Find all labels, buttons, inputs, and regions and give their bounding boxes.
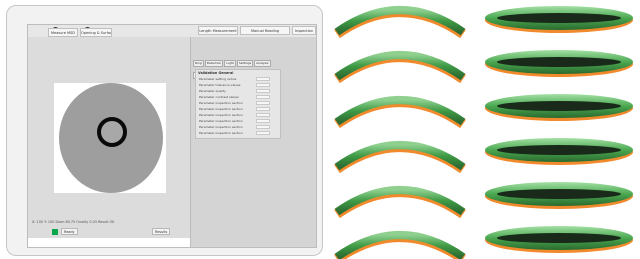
value-field[interactable] bbox=[256, 101, 270, 105]
list-item-label: Parameter inspection section bbox=[199, 113, 243, 117]
list-item-label: Parameter inspection section bbox=[199, 125, 243, 129]
list-item-label: Parameter inspection section bbox=[199, 107, 243, 111]
arc-photo-2 bbox=[334, 51, 466, 84]
value-field[interactable] bbox=[256, 119, 270, 123]
tab-settings[interactable]: Settings bbox=[236, 60, 254, 67]
log-area bbox=[28, 238, 190, 247]
screenshot-frame: Measure MSD Opening & Surface Length Mea… bbox=[6, 5, 323, 256]
tab-analysis[interactable]: Analysis bbox=[254, 60, 271, 67]
list-item[interactable]: Parameter inspection section bbox=[196, 130, 280, 136]
settings-tabs: Ring Detection Light Settings Analysis bbox=[193, 49, 272, 67]
list-item-label: Parameter contrast values bbox=[199, 95, 239, 99]
list-item-label: Parameter inspection section bbox=[199, 101, 243, 105]
results-button[interactable]: Results bbox=[152, 228, 171, 235]
seal-disc bbox=[59, 83, 163, 193]
opening-surface-button[interactable]: Opening & Surface bbox=[80, 28, 112, 37]
manual-reading-button[interactable]: Manual Reading bbox=[240, 26, 290, 35]
arc-photo-column bbox=[333, 0, 468, 259]
ring-photo-column bbox=[478, 0, 640, 259]
list-item-label: Parameter inspection section bbox=[199, 119, 243, 123]
image-panel: X: 100 Y: 100 Diam 89.75 Ovality 0.03 Re… bbox=[28, 37, 190, 247]
value-field[interactable] bbox=[256, 125, 270, 129]
application-window: Measure MSD Opening & Surface Length Mea… bbox=[27, 24, 317, 248]
measure-button[interactable]: Measure MSD bbox=[48, 28, 78, 37]
arc-photo-4 bbox=[334, 141, 466, 174]
arc-photo-5 bbox=[334, 186, 466, 219]
arc-photos bbox=[334, 6, 466, 259]
value-field[interactable] bbox=[256, 89, 270, 93]
value-field[interactable] bbox=[256, 131, 270, 135]
status-ok-icon bbox=[52, 229, 58, 235]
ring-photo-6 bbox=[485, 226, 633, 253]
ring-photo-3 bbox=[485, 94, 633, 121]
value-field[interactable] bbox=[256, 113, 270, 117]
settings-panel: RingDetectionLightSettingsAnalysis Edges… bbox=[190, 37, 316, 247]
parameter-list: Validation General Parameter setting rad… bbox=[195, 69, 281, 139]
list-item-label: Parameter quality bbox=[199, 89, 226, 93]
arc-photo-1 bbox=[334, 6, 466, 39]
arc-photo-6 bbox=[334, 231, 466, 259]
o-ring-image bbox=[97, 117, 127, 147]
ring-photo-4 bbox=[485, 138, 633, 165]
value-field[interactable] bbox=[256, 95, 270, 99]
value-field[interactable] bbox=[256, 77, 270, 81]
ring-photo-5 bbox=[485, 182, 633, 209]
list-item-label: Parameter tolerance values bbox=[199, 83, 241, 87]
value-field[interactable] bbox=[256, 107, 270, 111]
value-field[interactable] bbox=[256, 83, 270, 87]
arc-photo-3 bbox=[334, 96, 466, 129]
ring-photo-2 bbox=[485, 50, 633, 77]
measurement-status: X: 100 Y: 100 Diam 89.75 Ovality 0.03 Re… bbox=[32, 220, 115, 224]
camera-view[interactable] bbox=[54, 83, 166, 193]
ring-photo-1 bbox=[485, 6, 633, 33]
ring-photos bbox=[485, 6, 633, 253]
length-measurement-button[interactable]: Length Measurement bbox=[198, 26, 238, 35]
inspection-button[interactable]: Inspection bbox=[292, 26, 316, 35]
list-item-label: Parameter setting radius bbox=[199, 77, 237, 81]
ready-label: Ready bbox=[61, 228, 78, 235]
list-item-label: Parameter inspection section bbox=[199, 131, 243, 135]
